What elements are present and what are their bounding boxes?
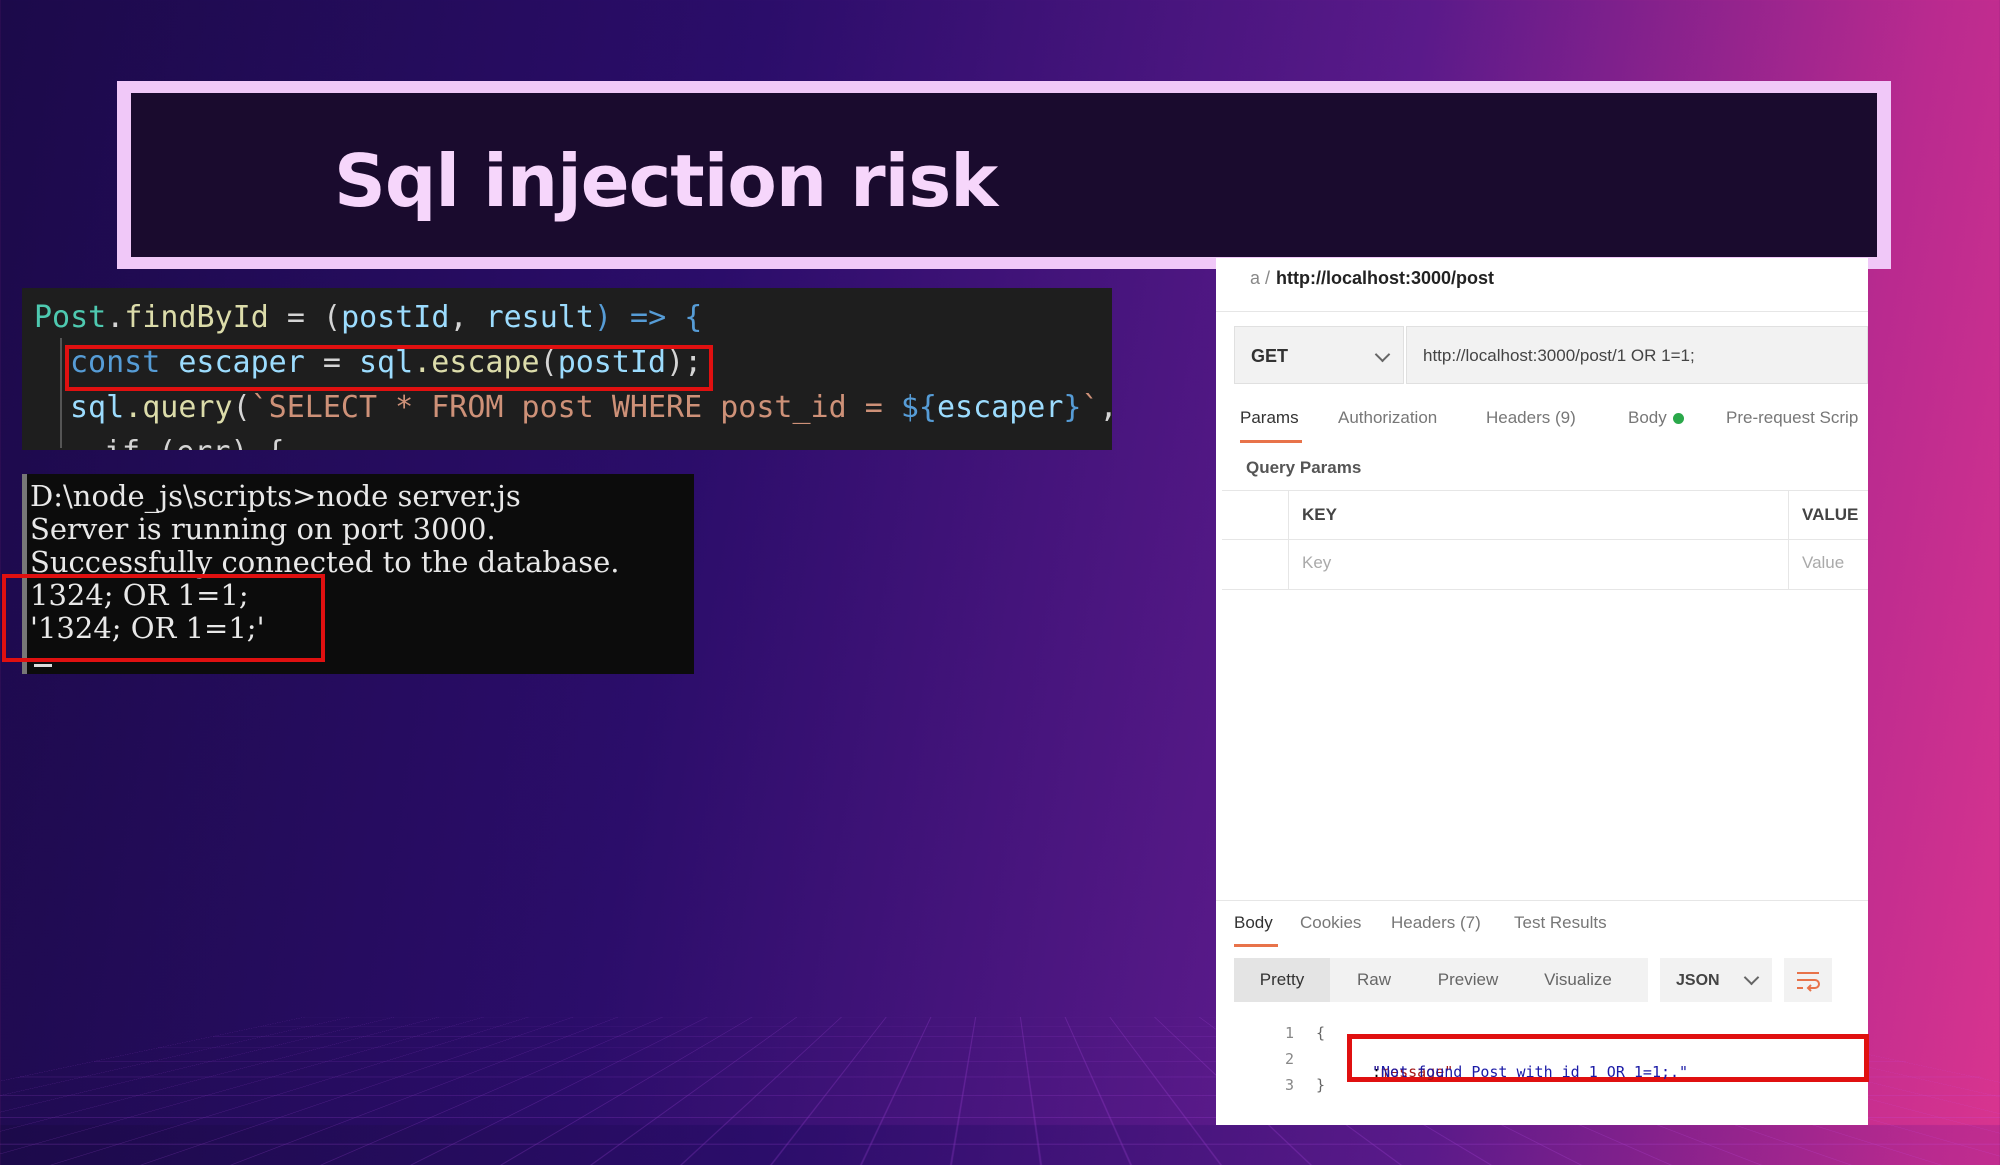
query-params-heading: Query Params [1246, 458, 1362, 477]
tab-pre-request-script[interactable]: Pre-request Scrip [1726, 408, 1858, 428]
value-header: VALUE [1802, 505, 1859, 524]
terminal-cursor [34, 664, 52, 667]
value-input[interactable]: Value [1802, 553, 1844, 573]
response-message-highlight: "message": "Not found Post with id 1 OR … [1347, 1034, 1869, 1082]
divider [1788, 491, 1789, 589]
terminal-line: D:\node_js\scripts>node server.js [30, 479, 521, 513]
active-tab-underline [1240, 440, 1302, 443]
tab-body-label: Body [1628, 408, 1667, 427]
url-input[interactable]: http://localhost:3000/post/1 OR 1=1; [1406, 326, 1868, 384]
response-tab-cookies[interactable]: Cookies [1300, 913, 1361, 933]
title-banner-inner: Sql injection risk [131, 93, 1877, 257]
code-token: result [485, 300, 594, 335]
line-number: 1 [1284, 1024, 1294, 1042]
code-token: escaper [936, 390, 1064, 425]
code-line-4: if (err) { [104, 435, 285, 450]
format-label: JSON [1676, 972, 1720, 989]
method-label: GET [1251, 346, 1289, 366]
terminal-highlight-box [2, 574, 325, 662]
open-brace: { [1316, 1024, 1326, 1042]
view-mode-toggle: Pretty Raw Preview Visualize [1234, 958, 1648, 1002]
close-brace: } [1316, 1076, 1326, 1094]
key-input[interactable]: Key [1302, 553, 1331, 573]
code-token: Post [34, 300, 107, 335]
tab-body[interactable]: Body [1628, 408, 1684, 428]
code-token: postId [341, 300, 450, 335]
postman-panel: a / http://localhost:3000/post GET http:/… [1216, 258, 1868, 1125]
active-response-tab-underline [1234, 944, 1278, 947]
wrap-lines-button[interactable] [1784, 958, 1832, 1002]
line-number: 3 [1284, 1076, 1294, 1094]
code-token: ${ [900, 390, 937, 425]
terminal-line: Server is running on port 3000. [30, 512, 496, 546]
code-token: = ( [268, 300, 342, 335]
divider [1216, 900, 1868, 901]
code-token: } [1063, 390, 1082, 425]
view-raw[interactable]: Raw [1330, 958, 1418, 1002]
chevron-down-icon [1374, 346, 1391, 363]
code-token: ( [232, 390, 251, 425]
body-status-dot-icon [1672, 413, 1684, 425]
code-line-3: sql.query(`SELECT * FROM post WHERE post… [70, 390, 1112, 425]
url-value: http://localhost:3000/post/1 OR 1=1; [1423, 346, 1695, 365]
slide-title: Sql injection risk [334, 139, 998, 223]
escape-highlight-box [65, 345, 713, 391]
code-token: ` [1081, 390, 1100, 425]
view-preview[interactable]: Preview [1418, 958, 1518, 1002]
code-token: ) => { [593, 300, 703, 335]
wrap-lines-icon [1797, 972, 1820, 992]
title-banner: Sql injection risk [117, 81, 1891, 269]
code-token: , [1100, 390, 1112, 425]
method-select[interactable]: GET [1234, 326, 1404, 384]
code-token: .query [124, 390, 233, 425]
message-value: "Not found Post with id 1 OR 1=1;." [1372, 1063, 1689, 1081]
code-token: sql [70, 390, 125, 425]
breadcrumb: a / http://localhost:3000/post [1250, 268, 1494, 289]
tab-headers[interactable]: Headers (9) [1486, 408, 1576, 428]
line-number: 2 [1284, 1050, 1294, 1068]
breadcrumb-prefix: a / [1250, 268, 1271, 288]
code-token: findById [124, 300, 269, 335]
divider [1222, 539, 1868, 540]
view-pretty[interactable]: Pretty [1234, 958, 1330, 1002]
divider [1216, 311, 1868, 312]
view-visualize[interactable]: Visualize [1518, 958, 1638, 1002]
query-params-table: KEY VALUE Key Value [1222, 490, 1868, 590]
indent-guide [60, 338, 62, 448]
divider [1288, 491, 1289, 589]
code-line-1: Post.findById = (postId, result) => { [34, 300, 702, 335]
format-select[interactable]: JSON [1660, 958, 1772, 1002]
code-token: `SELECT * FROM post WHERE post_id = [250, 390, 901, 425]
tab-authorization[interactable]: Authorization [1338, 408, 1437, 428]
code-token: , [449, 300, 486, 335]
response-tab-body[interactable]: Body [1234, 913, 1273, 933]
response-tab-test-results[interactable]: Test Results [1514, 913, 1607, 933]
key-header: KEY [1302, 505, 1337, 524]
code-editor: Post.findById = (postId, result) => { co… [22, 288, 1112, 450]
breadcrumb-url[interactable]: http://localhost:3000/post [1276, 268, 1494, 288]
code-token: . [106, 300, 125, 335]
response-tab-headers[interactable]: Headers (7) [1391, 913, 1481, 933]
tab-params[interactable]: Params [1240, 408, 1299, 428]
chevron-down-icon [1743, 969, 1760, 986]
